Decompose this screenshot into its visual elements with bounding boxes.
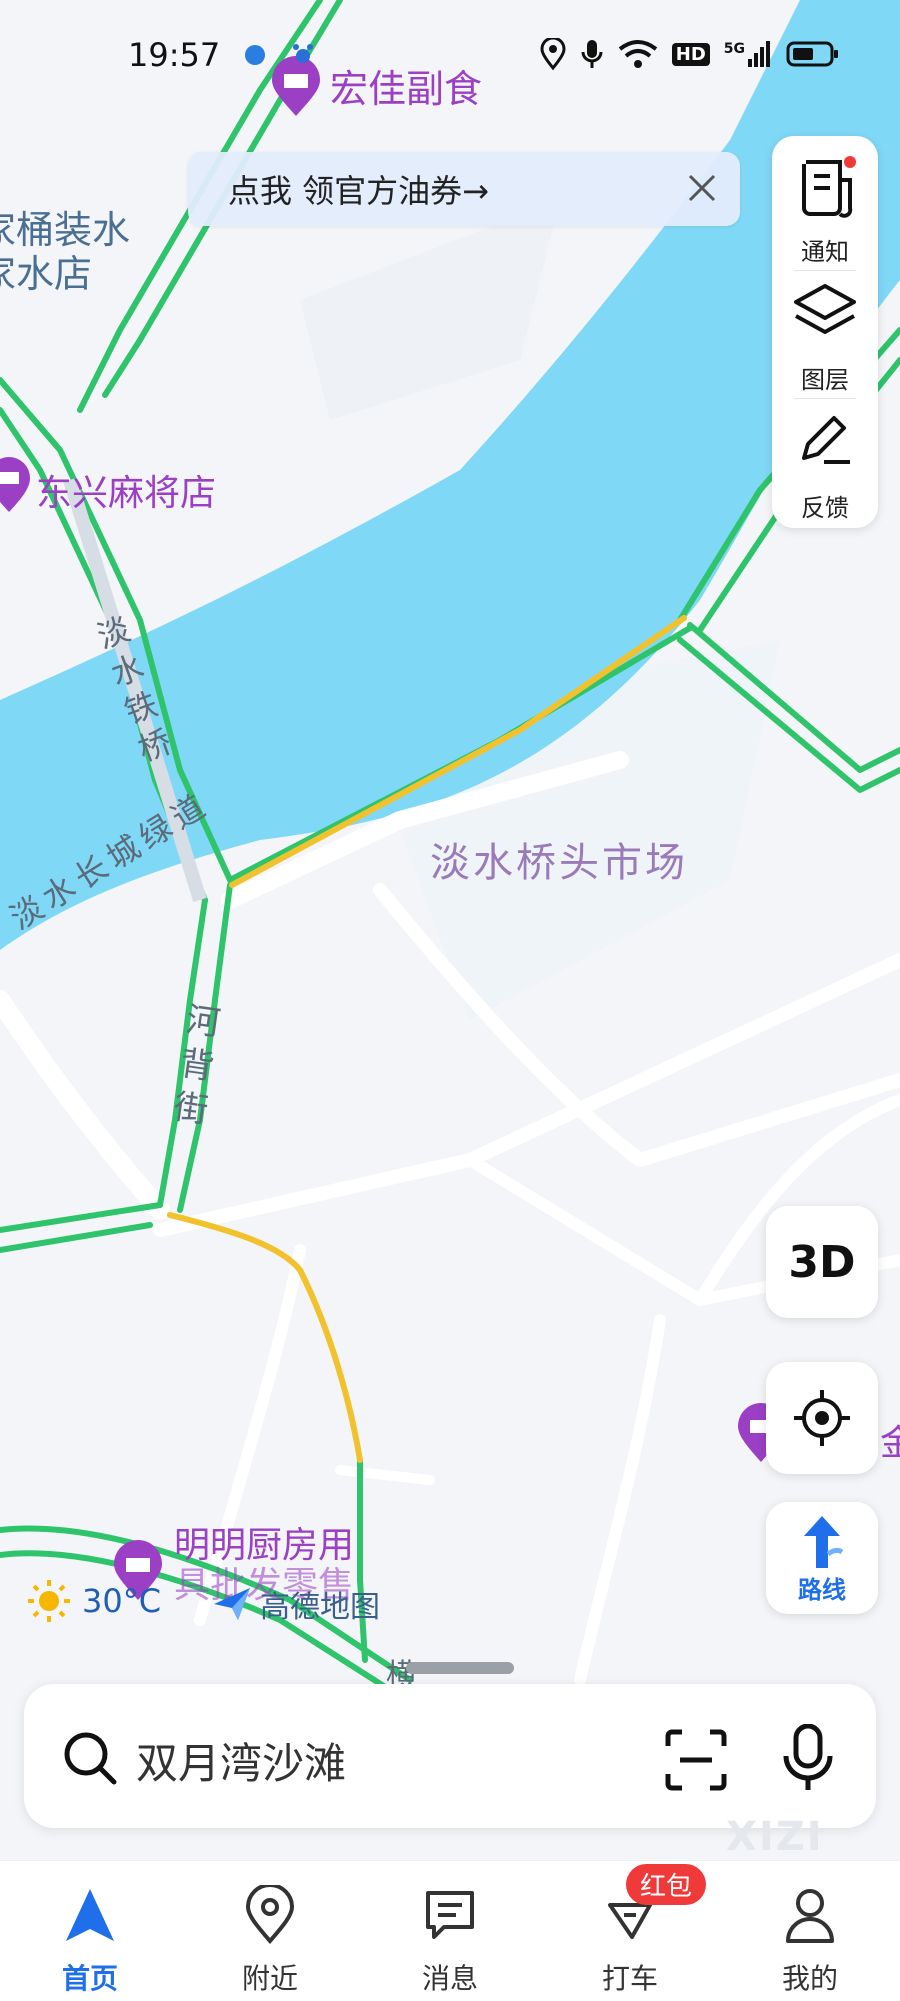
tab-nearby-label: 附近 (241, 1962, 298, 1995)
notify-button[interactable]: 通知 (772, 148, 878, 276)
home-arrow-icon (66, 1889, 114, 1941)
map-side-panel: 通知 图层 反馈 (772, 136, 878, 528)
status-bar: 19:57 HD 5G (0, 28, 900, 84)
tab-messages[interactable]: 消息 (380, 1861, 520, 2001)
wifi-icon (618, 40, 657, 68)
paw-icon (293, 44, 313, 63)
layers-label: 图层 (801, 366, 849, 394)
search-icon (64, 1732, 117, 1785)
tab-home-label: 首页 (61, 1962, 118, 1995)
user-icon (786, 1889, 834, 1943)
weather-temp: 30°C (82, 1582, 162, 1620)
fuel-coupon-banner[interactable]: 点我 领官方油券→ (188, 152, 740, 226)
divider (794, 398, 856, 399)
tab-home[interactable]: 首页 (20, 1861, 160, 2001)
poi-label-water-line1: 家桶装水 (0, 208, 131, 252)
locate-button[interactable] (766, 1362, 878, 1474)
signal-icon (748, 41, 770, 67)
notice-icon (802, 156, 856, 218)
poi-label-mahjong[interactable]: 东兴麻将店 (36, 464, 216, 516)
sun-icon (28, 1580, 70, 1622)
route-label: 路线 (798, 1576, 846, 1604)
search-bar[interactable]: 双月湾沙滩 (24, 1684, 876, 1828)
signal-indicator: 5G (724, 41, 772, 67)
route-button[interactable]: 路线 (766, 1502, 878, 1614)
tab-profile[interactable]: 我的 (740, 1861, 880, 2001)
weather-widget[interactable]: 30°C (26, 1578, 161, 1624)
battery-icon (786, 41, 838, 67)
feedback-label: 反馈 (801, 494, 849, 522)
tab-taxi-label: 打车 (601, 1962, 658, 1995)
message-icon (426, 1891, 474, 1939)
tab-profile-label: 我的 (781, 1962, 838, 1995)
mic-status-icon (581, 40, 603, 68)
drag-handle[interactable] (406, 1662, 514, 1674)
banner-text: 点我 领官方油券→ (228, 172, 489, 210)
brand-logo: 高德地图 (212, 1582, 380, 1626)
edit-icon (802, 416, 850, 464)
notification-dot-icon (245, 45, 265, 65)
poi-label-water-store[interactable]: 家桶装水 家水店 (0, 208, 130, 296)
location-pin-icon (245, 1885, 295, 1945)
area-label-market[interactable]: 淡水桥头市场 (430, 830, 688, 888)
feedback-button[interactable]: 反馈 (772, 404, 878, 532)
status-time: 19:57 (128, 36, 221, 74)
poi-pin-mahjong[interactable] (0, 456, 32, 514)
network-type: 5G (723, 41, 745, 57)
route-arrow-icon (804, 1516, 844, 1568)
mic-icon[interactable] (780, 1724, 836, 1794)
close-icon[interactable] (678, 164, 726, 212)
poi-label-right[interactable]: 金 (880, 1414, 900, 1466)
tab-nearby[interactable]: 附近 (200, 1861, 340, 2001)
poi-label-water-line2: 家水店 (0, 252, 93, 296)
watermark: XIZI (726, 1814, 824, 1860)
amap-logo-icon (214, 1588, 250, 1620)
layers-icon (794, 284, 856, 334)
brand-name: 高德地图 (260, 1590, 380, 1625)
location-status-icon (540, 38, 566, 70)
red-packet-badge[interactable]: 红包 (626, 1864, 707, 1905)
notify-label: 通知 (801, 238, 849, 266)
scan-icon[interactable] (664, 1728, 728, 1792)
three-d-button[interactable]: 3D (766, 1206, 878, 1318)
hd-badge: HD (671, 42, 710, 66)
layers-button[interactable]: 图层 (772, 276, 878, 404)
tab-messages-label: 消息 (421, 1962, 478, 1995)
crosshair-icon (794, 1390, 850, 1446)
poi-label-kitchen-line1: 明明厨房用 (174, 1525, 355, 1566)
search-input[interactable]: 双月湾沙滩 (136, 1730, 346, 1791)
bottom-tab-bar: 首页 附近 消息 打车 我的 (0, 1860, 900, 2001)
divider (794, 270, 856, 271)
